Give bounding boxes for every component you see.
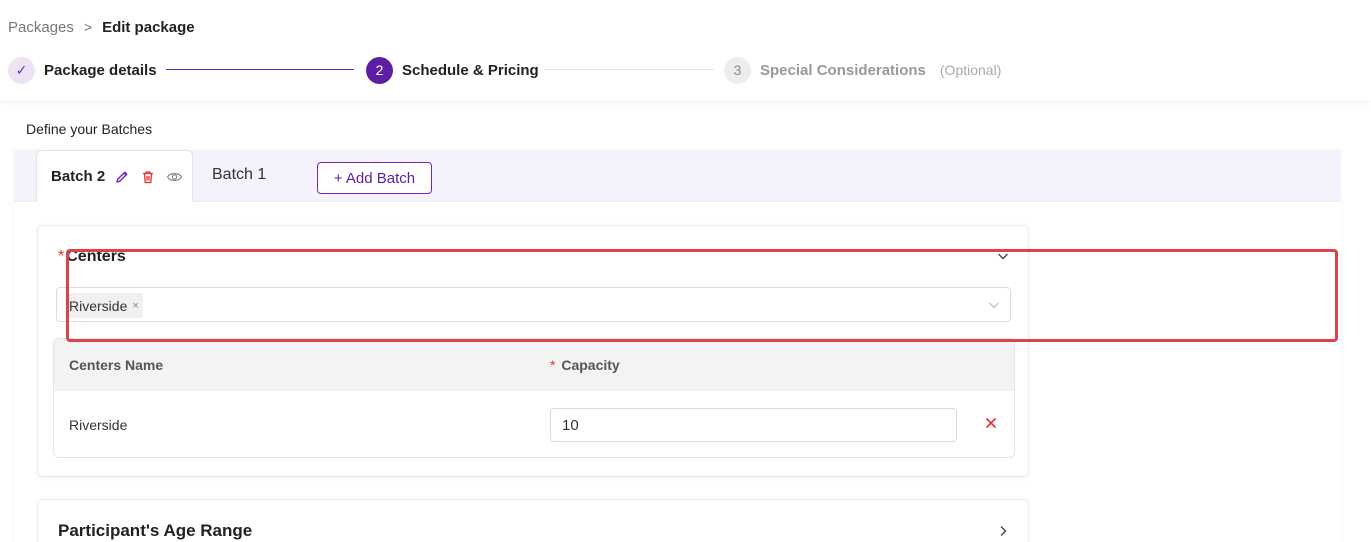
- batch-tabs: Batch 2 Batch 1 + Add Batch: [14, 150, 1341, 202]
- remove-icon[interactable]: [983, 415, 999, 431]
- selected-tag-label: Riverside: [69, 297, 128, 314]
- center-name-cell: Riverside: [69, 417, 128, 433]
- age-range-card[interactable]: Participant's Age Range: [37, 499, 1029, 542]
- table-header: Centers Name * Capacity: [54, 339, 1014, 391]
- chevron-down-icon[interactable]: [986, 297, 1002, 313]
- breadcrumb: Packages > Edit package: [8, 16, 195, 38]
- breadcrumb-current: Edit package: [102, 18, 195, 36]
- selected-tag: Riverside ×: [66, 293, 143, 318]
- centers-title: * Centers: [58, 248, 126, 266]
- step-label: Package details: [44, 61, 157, 79]
- chevron-right-icon: >: [83, 19, 93, 35]
- centers-table: Centers Name * Capacity Riverside 10: [53, 338, 1015, 458]
- step-label: Schedule & Pricing: [402, 61, 539, 79]
- step-connector: [544, 69, 714, 70]
- step-number: 2: [366, 56, 393, 84]
- section-title: Define your Batches: [26, 121, 153, 137]
- page-header: Packages > Edit package ✓ Package detail…: [0, 0, 1371, 100]
- centers-card: * Centers Riverside × Centers Name * Capa…: [37, 225, 1029, 477]
- required-mark: *: [550, 357, 556, 373]
- centers-select[interactable]: Riverside ×: [56, 287, 1011, 322]
- age-range-title: Participant's Age Range: [58, 521, 253, 540]
- close-icon[interactable]: ×: [132, 300, 138, 312]
- required-mark: *: [58, 248, 65, 265]
- tab-batch-2[interactable]: Batch 2: [36, 150, 193, 202]
- step-number: 3: [724, 56, 751, 84]
- column-header-capacity: * Capacity: [550, 357, 620, 373]
- centers-title-text: Centers: [66, 248, 126, 265]
- edit-icon[interactable]: [113, 168, 131, 186]
- tab-label: Batch 2: [51, 168, 106, 185]
- chevron-right-icon[interactable]: [995, 523, 1011, 539]
- step-connector: [166, 69, 354, 70]
- tab-batch-1[interactable]: Batch 1: [212, 166, 266, 184]
- step-special-considerations[interactable]: 3 Special Considerations (Optional): [724, 56, 1001, 84]
- column-header-capacity-text: Capacity: [561, 357, 620, 373]
- step-schedule-pricing[interactable]: 2 Schedule & Pricing: [366, 56, 539, 84]
- chevron-down-icon[interactable]: [995, 248, 1011, 264]
- check-icon: ✓: [8, 56, 35, 84]
- eye-icon[interactable]: [165, 168, 183, 186]
- capacity-input[interactable]: 10: [550, 408, 957, 442]
- column-header-name: Centers Name: [69, 357, 164, 373]
- step-package-details[interactable]: ✓ Package details: [8, 56, 157, 84]
- step-optional-note: (Optional): [939, 62, 1002, 78]
- breadcrumb-packages-link[interactable]: Packages: [8, 19, 74, 36]
- add-batch-button[interactable]: + Add Batch: [317, 162, 432, 194]
- step-label: Special Considerations: [760, 61, 926, 79]
- trash-icon[interactable]: [139, 168, 157, 186]
- stepper: ✓ Package details 2 Schedule & Pricing 3…: [8, 56, 1108, 84]
